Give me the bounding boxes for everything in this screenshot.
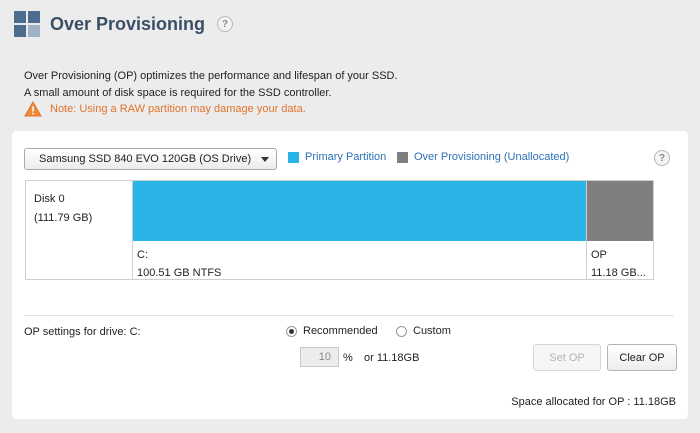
- partition-label: OP: [591, 249, 607, 261]
- disk-size: (111.79 GB): [34, 212, 93, 224]
- warning-text: Note: Using a RAW partition may damage y…: [50, 103, 306, 115]
- legend-primary-partition: Primary Partition: [288, 151, 386, 163]
- partition-primary-bar: [133, 181, 586, 241]
- drive-select[interactable]: Samsung SSD 840 EVO 120GB (OS Drive): [24, 148, 277, 170]
- clear-op-button[interactable]: Clear OP: [607, 344, 677, 371]
- help-icon[interactable]: ?: [217, 16, 234, 32]
- partition-op[interactable]: OP 11.18 GB...: [587, 181, 653, 279]
- panel-help-icon[interactable]: ?: [654, 150, 670, 166]
- radio-label: Custom: [413, 325, 451, 337]
- op-panel: Samsung SSD 840 EVO 120GB (OS Drive) Pri…: [12, 131, 688, 419]
- set-op-button[interactable]: Set OP: [533, 344, 601, 371]
- partition-label: C:: [137, 249, 148, 261]
- warning-note: Note: Using a RAW partition may damage y…: [24, 101, 306, 117]
- description-line-1: Over Provisioning (OP) optimizes the per…: [24, 70, 398, 82]
- radio-custom[interactable]: Custom: [396, 325, 451, 337]
- partition-op-bar: [587, 181, 653, 241]
- op-size-text: or 11.18GB: [364, 352, 420, 364]
- op-settings-label: OP settings for drive: C:: [24, 326, 141, 338]
- op-percent-input[interactable]: [300, 347, 339, 367]
- partition-detail: 100.51 GB NTFS: [137, 267, 222, 279]
- warning-icon: [24, 101, 42, 117]
- legend-over-provisioning: Over Provisioning (Unallocated): [397, 151, 569, 163]
- radio-recommended[interactable]: Recommended: [286, 325, 378, 337]
- description-line-2: A small amount of disk space is required…: [24, 87, 332, 99]
- drive-select-value: Samsung SSD 840 EVO 120GB (OS Drive): [39, 153, 252, 165]
- legend-label: Over Provisioning (Unallocated): [414, 151, 570, 163]
- disk-map: Disk 0 (111.79 GB) C: 100.51 GB NTFS OP …: [25, 180, 654, 280]
- partition-primary[interactable]: C: 100.51 GB NTFS: [133, 181, 587, 279]
- chevron-down-icon: [261, 157, 269, 162]
- radio-label: Recommended: [303, 325, 378, 337]
- legend-swatch-op: [397, 151, 408, 163]
- legend-swatch-primary: [288, 151, 299, 163]
- disk-name: Disk 0: [34, 193, 65, 205]
- description: Over Provisioning (OP) optimizes the per…: [24, 68, 398, 102]
- app-logo-icon: [14, 11, 40, 37]
- disk-label: Disk 0 (111.79 GB): [26, 181, 133, 279]
- partition-detail: 11.18 GB...: [591, 267, 646, 279]
- page-title: Over Provisioning: [50, 13, 206, 34]
- legend-label: Primary Partition: [305, 151, 387, 163]
- header: Over Provisioning ?: [14, 10, 234, 38]
- radio-dot-selected: [286, 325, 297, 337]
- divider: [24, 315, 674, 316]
- radio-dot: [396, 325, 407, 337]
- space-allocated-text: Space allocated for OP : 11.18GB: [511, 396, 676, 408]
- percent-sign: %: [343, 352, 353, 364]
